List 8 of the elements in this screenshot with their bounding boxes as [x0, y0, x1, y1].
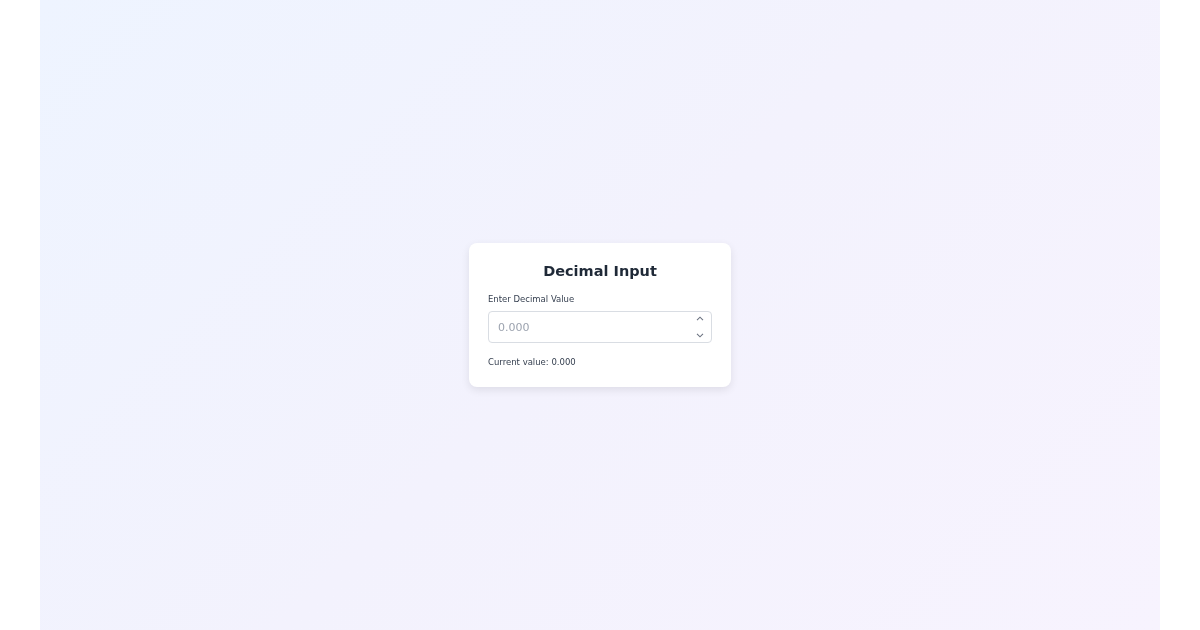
chevron-up-icon [696, 316, 704, 321]
increment-button[interactable] [694, 314, 706, 323]
card-title: Decimal Input [542, 262, 658, 281]
chevron-down-icon [696, 333, 704, 338]
field-label: Enter Decimal Value [488, 294, 576, 305]
current-value-text: Current value: 0.000 [488, 357, 577, 368]
decimal-input-field[interactable]: 0.000 [488, 311, 712, 343]
decrement-button[interactable] [694, 331, 706, 340]
